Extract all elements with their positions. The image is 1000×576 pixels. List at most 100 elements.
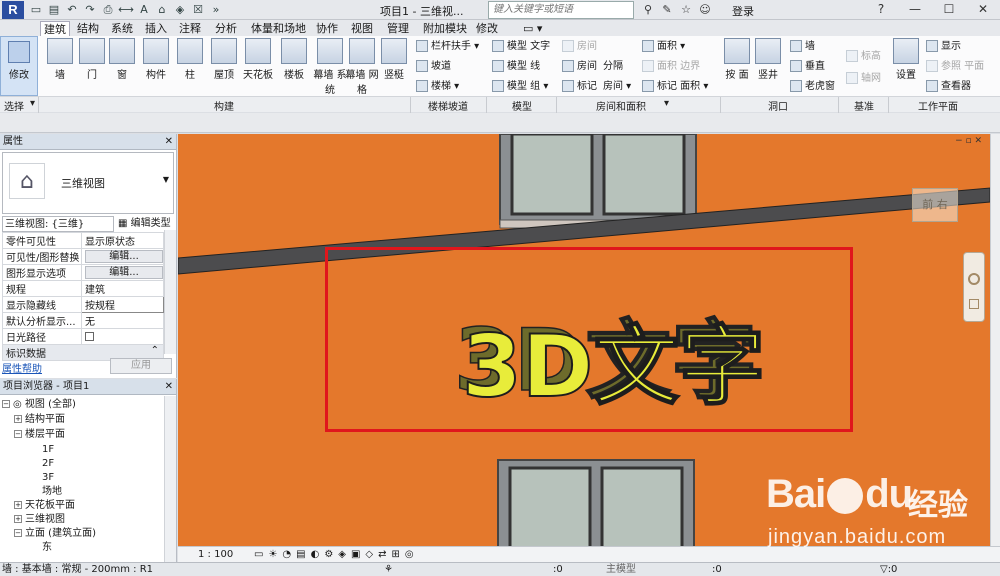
close-hidden-icon[interactable]: ☒ (190, 2, 206, 18)
mullion-button[interactable]: 竖梃 (376, 38, 412, 81)
apply-button[interactable]: 应用 (110, 358, 172, 374)
close-icon[interactable]: ✕ (165, 134, 173, 150)
close-button[interactable]: ✕ (966, 0, 1000, 18)
stair-button[interactable]: 楼梯 ▾ (416, 78, 459, 96)
tab-architecture[interactable]: 建筑 (40, 21, 70, 36)
measure-icon[interactable]: ⟷ (118, 2, 134, 18)
modify-button[interactable]: 修改 (0, 36, 38, 96)
tree-views-all[interactable]: − ◎ 视图 (全部) (2, 398, 76, 412)
workset-icon[interactable]: ⚘ (384, 563, 393, 576)
user-icon[interactable]: ☺ (697, 2, 713, 18)
vertical-opening-button[interactable]: 垂直 (790, 58, 825, 76)
tree-item-1f[interactable]: 1F (42, 443, 54, 457)
properties-scrollbar[interactable] (164, 230, 176, 354)
curtain-system-button[interactable]: 幕墙 系统 (312, 38, 348, 96)
viewer-button[interactable]: 查看器 (926, 78, 971, 96)
tab-insert[interactable]: 插入 (142, 21, 170, 36)
help-icon[interactable]: ? (864, 0, 898, 18)
save-icon[interactable]: ▤ (46, 2, 62, 18)
star-icon[interactable]: ☆ (678, 2, 694, 18)
tab-manage[interactable]: 管理 (384, 21, 412, 36)
roof-button[interactable]: 屋顶 (206, 38, 242, 81)
3d-view-icon[interactable]: ⌂ (154, 2, 170, 18)
model-text-button[interactable]: 模型 文字 (492, 38, 550, 56)
maximize-button[interactable]: ☐ (932, 0, 966, 18)
properties-help-link[interactable]: 属性帮助 (2, 360, 42, 375)
design-option-select[interactable]: 主模型 (606, 563, 636, 576)
ribbon-toggle-icon[interactable]: ▭ ▾ (520, 21, 545, 36)
tab-massing-site[interactable]: 体量和场地 (248, 21, 309, 36)
section-icon[interactable]: ◈ (172, 2, 188, 18)
tree-elevations[interactable]: − 立面 (建筑立面) (14, 527, 96, 541)
model-line-button[interactable]: 模型 线 (492, 58, 540, 76)
text-icon[interactable]: A (136, 2, 152, 18)
vg-edit-button[interactable]: 编辑... (85, 250, 163, 263)
wall-opening-button[interactable]: 墙 (790, 38, 815, 56)
tree-item-east[interactable]: 东 (42, 541, 52, 555)
railing-button[interactable]: 栏杆扶手 ▾ (416, 38, 479, 56)
browser-scrollbar[interactable] (164, 396, 176, 562)
search-input[interactable]: 键入关键字或短语 (488, 1, 634, 19)
tree-3d-views[interactable]: + 三维视图 (14, 513, 65, 527)
floor-button[interactable]: 楼板 (276, 38, 312, 81)
binoculars-icon[interactable]: ⚲ (640, 2, 656, 18)
tree-item-3f[interactable]: 3F (42, 471, 54, 485)
tab-annotate[interactable]: 注释 (176, 21, 204, 36)
tab-collaborate[interactable]: 协作 (313, 21, 341, 36)
open-icon[interactable]: ▭ (28, 2, 44, 18)
ceiling-button[interactable]: 天花板 (240, 38, 276, 81)
panel-label-room-area[interactable]: 房间和面积 (596, 98, 646, 113)
tab-view[interactable]: 视图 (348, 21, 376, 36)
tab-analyze[interactable]: 分析 (212, 21, 240, 36)
minimize-button[interactable]: — (898, 0, 932, 18)
by-face-button[interactable]: 按 面 (722, 38, 752, 81)
ramp-button[interactable]: 坡道 (416, 58, 451, 76)
dormer-button[interactable]: 老虎窗 (790, 78, 835, 96)
view-control-icons[interactable]: ▭☀◔▤◐⚙◈▣◇⇄⊞◎ (254, 547, 419, 562)
tab-modify[interactable]: 修改 (473, 21, 501, 36)
set-workplane-button[interactable]: 设置 (890, 38, 922, 81)
tree-item-site[interactable]: 场地 (42, 485, 62, 499)
tree-structural-plans[interactable]: + 结构平面 (14, 413, 65, 427)
redo-icon[interactable]: ↷ (82, 2, 98, 18)
sun-path-checkbox[interactable] (85, 331, 94, 341)
filter-icon[interactable]: ▽:0 (880, 563, 897, 576)
view-instance-select[interactable]: 三维视图: {三维} (2, 216, 114, 232)
tree-item-2f[interactable]: 2F (42, 457, 54, 471)
tree-ceiling-plans[interactable]: + 天花板平面 (14, 499, 75, 513)
type-selector[interactable]: ⌂ 三维视图 ▼ (2, 152, 174, 214)
login-button[interactable]: 登录 (732, 3, 754, 19)
navigation-bar[interactable] (963, 252, 985, 322)
room-tag-button[interactable]: 标记 (562, 78, 597, 96)
area-button[interactable]: 面积 ▾ (642, 38, 685, 56)
model-group-button[interactable]: 模型 组 ▾ (492, 78, 548, 96)
collapse-icon[interactable]: ⌃ (151, 346, 159, 357)
steering-wheel-icon[interactable] (968, 273, 980, 285)
room-tag-room-button[interactable]: 房间 ▾ (603, 78, 631, 96)
area-tag-button[interactable]: 标记 面积 ▾ (642, 78, 708, 96)
scale-selector[interactable]: 1 : 100 (198, 547, 233, 562)
viewport-window-controls[interactable]: − ▫ ✕ (955, 136, 982, 146)
column-button[interactable]: 柱 (172, 38, 208, 81)
room-button[interactable]: 房间 (562, 58, 597, 76)
window-button[interactable]: 窗 (104, 38, 140, 81)
wall-button[interactable]: 墙 (42, 38, 78, 81)
curtain-grid-button[interactable]: 幕墙 网格 (344, 38, 380, 96)
close-icon[interactable]: ✕ (165, 379, 173, 395)
edit-type-button[interactable]: ▦ 编辑类型 (118, 216, 171, 232)
undo-icon[interactable]: ↶ (64, 2, 80, 18)
show-workplane-button[interactable]: 显示 (926, 38, 961, 56)
graphics-edit-button[interactable]: 编辑... (85, 266, 163, 279)
tab-addins[interactable]: 附加模块 (420, 21, 470, 36)
panel-label-select[interactable]: 选择 (4, 98, 24, 113)
expand-icon[interactable]: » (208, 2, 224, 18)
component-button[interactable]: 构件 (138, 38, 174, 81)
tree-floor-plans[interactable]: − 楼层平面 (14, 428, 65, 442)
tab-systems[interactable]: 系统 (108, 21, 136, 36)
room-separator-button[interactable]: 分隔 (603, 58, 623, 76)
tab-structure[interactable]: 结构 (74, 21, 102, 36)
print-icon[interactable]: ⎙ (100, 2, 116, 18)
zoom-icon[interactable] (969, 299, 979, 309)
shaft-button[interactable]: 竖井 (752, 38, 784, 81)
app-logo[interactable]: R (2, 1, 24, 19)
